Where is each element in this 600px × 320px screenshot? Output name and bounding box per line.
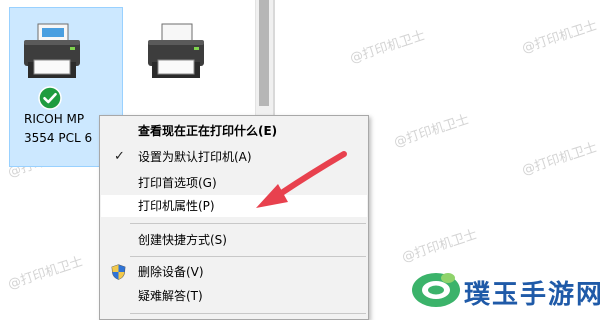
- red-arrow-annotation: [250, 148, 350, 220]
- brand-text: 璞玉手游网: [464, 280, 600, 310]
- printer-icon[interactable]: [142, 22, 210, 84]
- uac-shield-icon: [111, 264, 126, 287]
- printer-name-line1: RICOH MP: [24, 112, 85, 126]
- menu-item-label: 查看现在正在打印什么(E): [138, 124, 278, 138]
- menu-item-label: 疑难解答(T): [138, 289, 203, 303]
- menu-separator: [130, 223, 366, 224]
- menu-item-create-shortcut[interactable]: 创建快捷方式(S): [101, 229, 367, 251]
- default-checkmark-icon: [38, 86, 62, 110]
- printer-icon[interactable]: [18, 22, 86, 84]
- scrollbar-thumb[interactable]: [259, 0, 269, 106]
- menu-item-see-whats-printing[interactable]: 查看现在正在打印什么(E): [101, 120, 367, 142]
- menu-separator: [130, 313, 366, 314]
- jade-logo-icon: [410, 270, 462, 314]
- menu-item-troubleshoot[interactable]: 疑难解答(T): [101, 285, 367, 307]
- printer-name-line2: 3554 PCL 6: [24, 131, 93, 145]
- brand-watermark: 璞玉手游网: [402, 268, 600, 312]
- menu-item-label: 创建快捷方式(S): [138, 233, 227, 247]
- menu-item-label: 删除设备(V): [138, 265, 204, 279]
- menu-item-label: 打印机属性(P): [138, 199, 215, 213]
- menu-separator: [130, 256, 366, 257]
- menu-item-label: 设置为默认打印机(A): [138, 150, 252, 164]
- checkmark-icon: ✓: [114, 149, 125, 164]
- menu-item-remove-device[interactable]: 删除设备(V): [101, 261, 367, 283]
- menu-item-label: 打印首选项(G): [138, 176, 217, 190]
